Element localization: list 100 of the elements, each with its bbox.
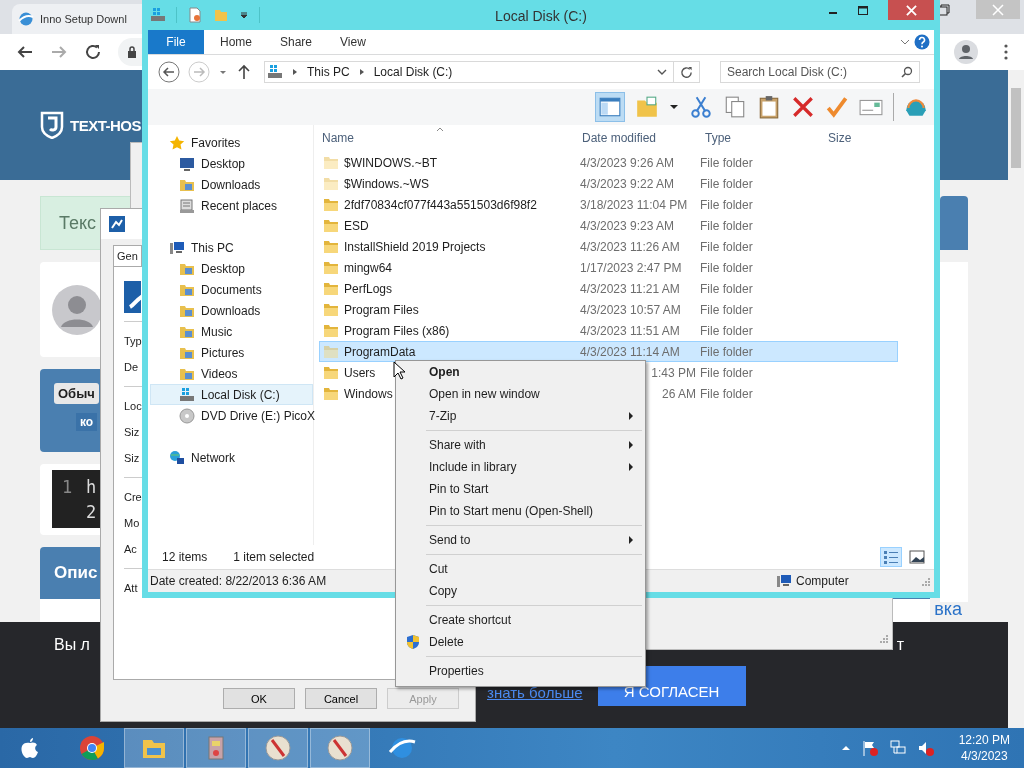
file-name[interactable]: $WINDOWS.~BT <box>344 155 437 170</box>
submenu-arrow-icon <box>627 412 635 420</box>
file-name[interactable]: PerfLogs <box>344 281 393 296</box>
column-header[interactable]: Size <box>825 131 852 145</box>
maximize-icon[interactable] <box>858 6 868 16</box>
column-header[interactable]: Name <box>319 131 579 145</box>
checkmark-icon[interactable] <box>825 95 849 119</box>
clock[interactable]: 12:20 PM 4/3/2023 <box>936 732 1024 764</box>
taskbar-button[interactable] <box>310 728 370 768</box>
flag-icon[interactable] <box>860 739 879 757</box>
menu-item[interactable]: Share with <box>396 434 645 456</box>
nav-item[interactable]: Videos <box>150 363 313 384</box>
file-name[interactable]: ESD <box>344 218 369 233</box>
ribbon-tab[interactable]: Share <box>268 35 325 49</box>
nav-item[interactable]: Downloads <box>150 300 313 321</box>
network-icon[interactable] <box>888 739 907 757</box>
breadcrumb[interactable]: Local Disk (C:) <box>373 65 453 79</box>
reload-icon[interactable] <box>84 43 102 61</box>
chevron-right-icon[interactable] <box>357 68 366 76</box>
column-header[interactable]: Type <box>702 131 825 145</box>
menu-item[interactable]: Cut <box>396 558 645 580</box>
file-date: 4/3/2023 9:22 AM <box>580 176 675 191</box>
chevron-right-icon[interactable] <box>291 68 299 76</box>
restore-icon[interactable] <box>938 4 950 16</box>
nav-item[interactable]: Desktop <box>150 153 313 174</box>
address-bar[interactable] <box>118 38 142 66</box>
computer-icon[interactable] <box>150 7 166 23</box>
up-arrow-icon[interactable] <box>236 64 252 80</box>
file-name[interactable]: Users <box>344 365 376 380</box>
scissors-icon[interactable] <box>689 95 713 119</box>
resize-grip-icon[interactable] <box>920 576 930 586</box>
ribbon-tab[interactable]: View <box>328 35 378 49</box>
file-date: 4/3/2023 9:26 AM <box>580 155 675 170</box>
chevron-icon[interactable] <box>900 37 910 47</box>
nav-item[interactable]: Desktop <box>150 258 313 279</box>
learn-more-link[interactable]: знать больше <box>487 686 583 700</box>
dialog-button[interactable]: OK <box>223 688 295 709</box>
submenu-arrow-icon <box>627 463 635 471</box>
caret-icon[interactable] <box>239 10 249 20</box>
menu-item[interactable]: Open in new window <box>396 383 645 405</box>
nav-item[interactable]: Documents <box>150 279 313 300</box>
menu-item[interactable]: Create shortcut <box>396 609 645 631</box>
file-name[interactable]: InstallShield 2019 Projects <box>344 239 486 254</box>
file-name[interactable]: Program Files <box>344 302 419 317</box>
ribbon-tab[interactable]: Home <box>208 35 264 49</box>
menu-item[interactable]: Delete <box>396 631 645 653</box>
dialog-button[interactable]: Cancel <box>305 688 377 709</box>
file-name[interactable]: Program Files (x86) <box>344 323 450 338</box>
address-field[interactable]: This PC Local Disk (C:) <box>264 61 674 83</box>
computer-icon <box>169 239 185 256</box>
help-icon[interactable] <box>914 34 930 50</box>
file-name[interactable]: ProgramData <box>344 344 416 359</box>
refresh-button[interactable] <box>674 61 700 83</box>
property-label: De <box>124 360 139 375</box>
caret-icon[interactable] <box>669 102 679 112</box>
close-button[interactable] <box>888 0 934 20</box>
clipboard-icon[interactable] <box>757 95 781 119</box>
profile-icon[interactable] <box>954 40 978 64</box>
menu-item[interactable]: Send to <box>396 529 645 551</box>
thumbnail-view-button[interactable] <box>906 547 928 567</box>
menu-item[interactable]: Copy <box>396 580 645 602</box>
menu-item[interactable]: Pin to Start <box>396 478 645 500</box>
column-header[interactable]: Date modified <box>579 131 702 145</box>
nav-item[interactable]: Local Disk (C:) <box>150 384 313 405</box>
dialog-tab[interactable]: Gen <box>113 245 142 266</box>
breadcrumb[interactable]: This PC <box>307 65 350 79</box>
file-name[interactable]: 2fdf70834cf077f443a551503d6f98f2 <box>344 197 537 212</box>
nav-item[interactable]: Downloads <box>150 174 313 195</box>
nav-item[interactable]: DVD Drive (E:) PicoX <box>150 405 313 426</box>
menu-icon[interactable] <box>1004 44 1008 60</box>
file-name[interactable]: $Windows.~WS <box>344 176 430 191</box>
globe-icon <box>18 11 34 27</box>
menu-item[interactable]: 7-Zip <box>396 405 645 427</box>
nav-item[interactable]: Network <box>150 447 313 468</box>
menu-item[interactable]: Pin to Start menu (Open-Shell) <box>396 500 645 522</box>
file-name[interactable]: Windows <box>344 386 393 401</box>
label-tag: ко <box>76 413 98 431</box>
file-tab[interactable]: File <box>148 30 204 54</box>
nav-item[interactable]: Pictures <box>150 342 313 363</box>
menu-item[interactable]: Include in library <box>396 456 645 478</box>
search-field[interactable]: Search Local Disk (C:) <box>720 61 920 83</box>
file-name[interactable]: mingw64 <box>344 260 393 275</box>
chevron-icon[interactable] <box>657 67 667 77</box>
nav-item[interactable]: Music <box>150 321 313 342</box>
cross-icon[interactable] <box>791 95 815 119</box>
copy-icon[interactable] <box>723 95 747 119</box>
taskbar-button[interactable] <box>248 728 308 768</box>
back-icon[interactable] <box>158 61 180 83</box>
nav-item[interactable]: Favorites <box>150 132 313 153</box>
browser-tab[interactable]: Inno Setup Downl <box>12 4 142 34</box>
nav-item[interactable]: This PC <box>150 237 313 258</box>
text-link[interactable]: вка <box>934 599 962 620</box>
layout-button[interactable] <box>595 92 625 122</box>
resize-grip-icon[interactable] <box>878 633 888 643</box>
document-icon[interactable] <box>187 7 203 23</box>
nav-item[interactable]: Recent places <box>150 195 313 216</box>
file-type: File folder <box>700 302 753 317</box>
file-row[interactable]: ProgramData 4/3/2023 11:14 AM File folder <box>319 341 898 362</box>
site-logo[interactable]: TEXT-HOS <box>70 116 141 134</box>
scroll-thumb[interactable] <box>1011 88 1021 168</box>
